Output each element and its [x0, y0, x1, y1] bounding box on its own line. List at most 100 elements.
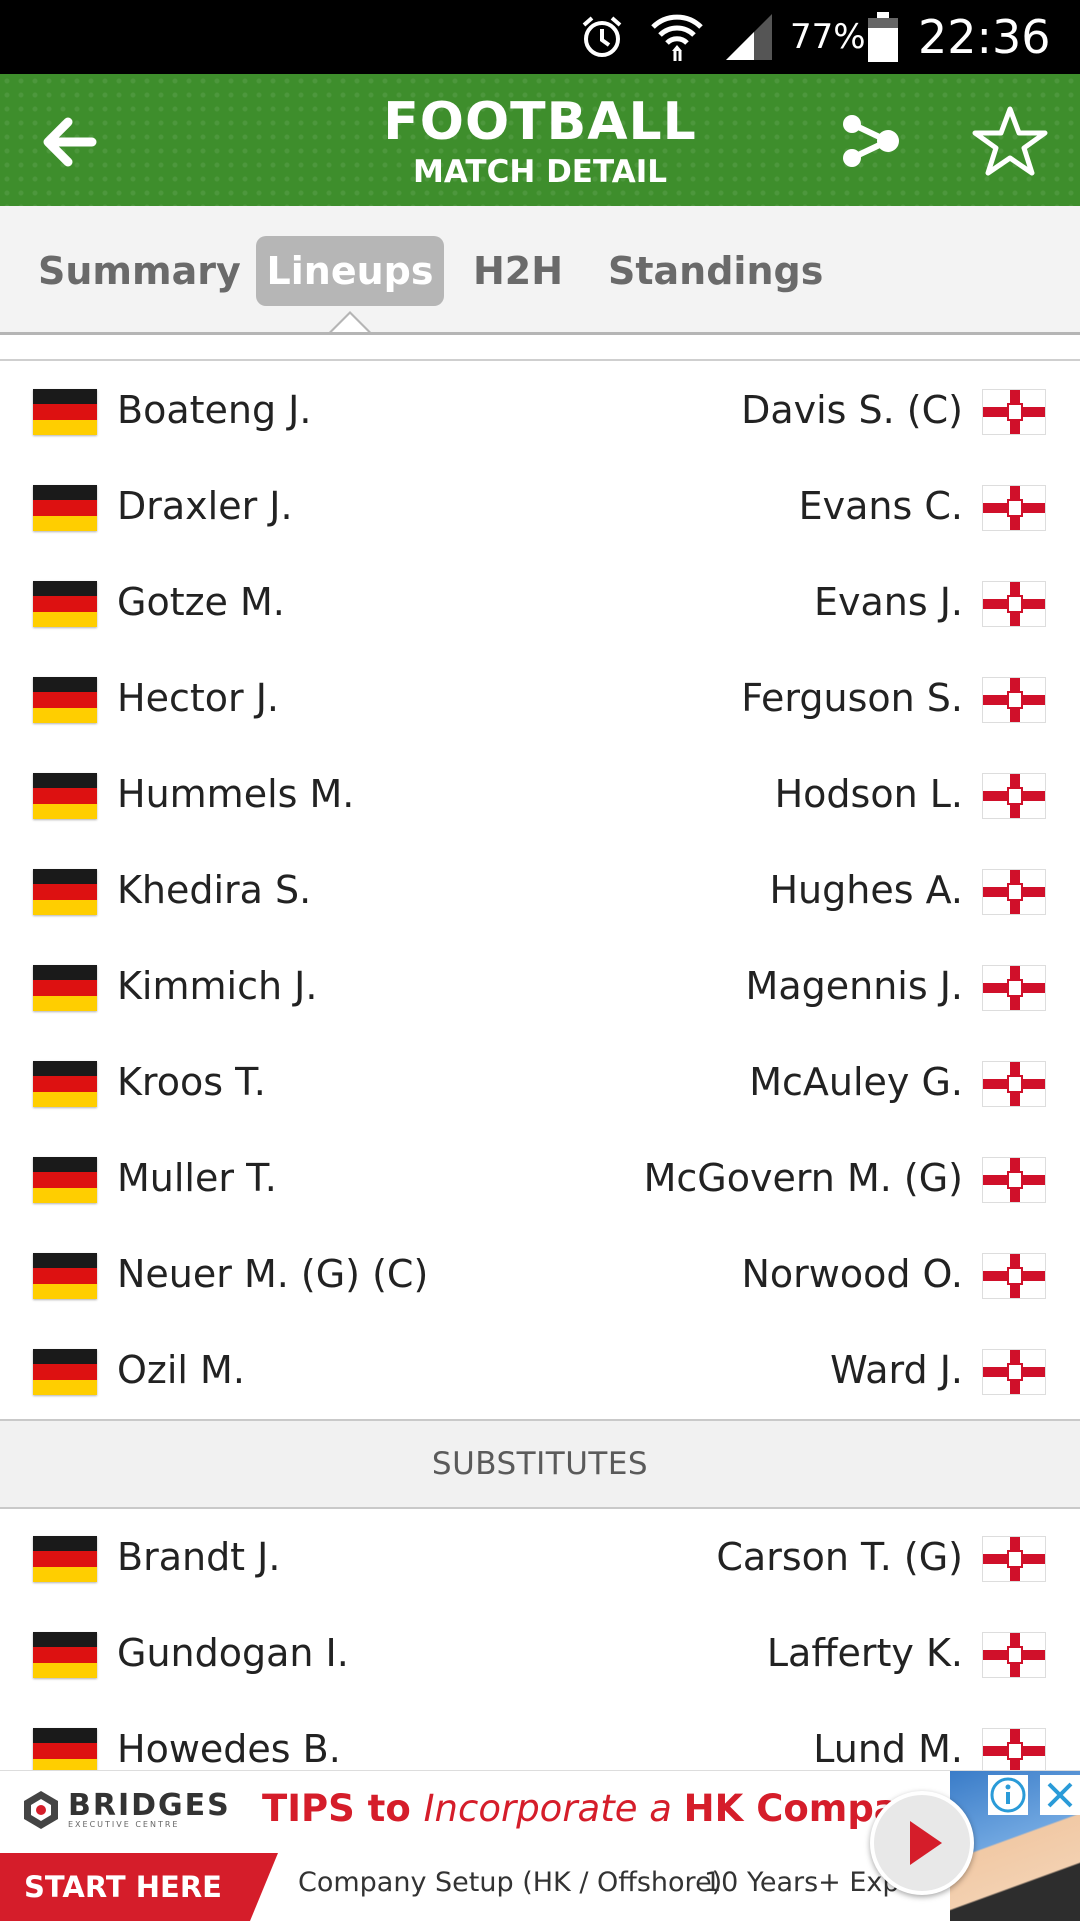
away-player-name: Norwood O.	[741, 1252, 963, 1296]
germany-flag-icon	[33, 1536, 97, 1582]
lineup-row[interactable]: Kimmich J. Magennis J.	[0, 938, 1080, 1034]
northern-ireland-flag-icon	[982, 1061, 1046, 1107]
wifi-icon	[650, 0, 704, 74]
northern-ireland-flag-icon	[982, 389, 1046, 435]
lineup-row[interactable]: Gundogan I. Lafferty K.	[0, 1605, 1080, 1701]
share-button[interactable]	[838, 108, 902, 172]
germany-flag-icon	[33, 1728, 97, 1774]
alarm-icon	[578, 0, 626, 74]
clock: 22:36	[918, 10, 1051, 64]
lineup-row[interactable]: Gotze M. Evans J.	[0, 554, 1080, 650]
germany-flag-icon	[33, 485, 97, 531]
lineup-row[interactable]: Hummels M. Hodson L.	[0, 746, 1080, 842]
lineup-row[interactable]: Khedira S. Hughes A.	[0, 842, 1080, 938]
home-player-name: Neuer M. (G) (C)	[117, 1252, 429, 1296]
northern-ireland-flag-icon	[982, 677, 1046, 723]
ad-info-button[interactable]	[988, 1775, 1028, 1815]
germany-flag-icon	[33, 389, 97, 435]
away-player-name: Carson T. (G)	[716, 1535, 963, 1579]
lineup-row[interactable]: Hector J. Ferguson S.	[0, 650, 1080, 746]
ad-headline: TIPS to Incorporate a HK Company	[262, 1787, 949, 1830]
lineup-row[interactable]: Neuer M. (G) (C) Norwood O.	[0, 1226, 1080, 1322]
home-player-name: Hector J.	[117, 676, 279, 720]
app-header: FOOTBALL MATCH DETAIL	[0, 74, 1080, 206]
lineup-row[interactable]: Muller T. McGovern M. (G)	[0, 1130, 1080, 1226]
northern-ireland-flag-icon	[982, 1632, 1046, 1678]
lineup-row[interactable]: Brandt J. Carson T. (G)	[0, 1509, 1080, 1605]
home-player-name: Kroos T.	[117, 1060, 266, 1104]
germany-flag-icon	[33, 1253, 97, 1299]
lineup-row[interactable]: Boateng J. Davis S. (C)	[0, 362, 1080, 458]
active-tab-indicator	[332, 314, 368, 332]
northern-ireland-flag-icon	[982, 965, 1046, 1011]
star-icon	[972, 106, 1048, 176]
germany-flag-icon	[33, 773, 97, 819]
favorite-button[interactable]	[972, 104, 1048, 178]
lineup-row[interactable]: Ozil M. Ward J.	[0, 1322, 1080, 1418]
home-player-name: Muller T.	[117, 1156, 277, 1200]
away-player-name: Lafferty K.	[766, 1631, 963, 1675]
away-player-name: McAuley G.	[749, 1060, 963, 1104]
germany-flag-icon	[33, 1349, 97, 1395]
northern-ireland-flag-icon	[982, 773, 1046, 819]
ad-headline-part2: Incorporate a	[423, 1787, 684, 1830]
away-player-name: Ferguson S.	[741, 676, 963, 720]
ad-play-button[interactable]	[870, 1791, 974, 1895]
share-icon	[843, 115, 899, 167]
page-subtitle: MATCH DETAIL	[413, 154, 667, 190]
germany-flag-icon	[33, 1632, 97, 1678]
northern-ireland-flag-icon	[982, 1349, 1046, 1395]
ad-banner[interactable]: BRIDGES EXECUTIVE CENTRE START HERE » TI…	[0, 1770, 1080, 1921]
signal-icon	[724, 0, 776, 74]
battery-icon	[866, 0, 900, 74]
ad-start-here-button[interactable]: START HERE »	[0, 1853, 278, 1921]
info-icon	[990, 1777, 1026, 1813]
northern-ireland-flag-icon	[982, 869, 1046, 915]
tab-bar: Summary Lineups H2H Standings	[0, 206, 1080, 335]
tab-standings[interactable]: Standings	[608, 236, 823, 306]
close-icon	[1047, 1782, 1073, 1808]
ad-brand-logo: BRIDGES EXECUTIVE CENTRE	[20, 1785, 231, 1835]
ad-brand-name: BRIDGES	[68, 1788, 231, 1823]
ad-close-button[interactable]	[1040, 1775, 1080, 1815]
ad-subtext-1: Company Setup (HK / Offshore)	[298, 1867, 723, 1898]
divider	[0, 359, 1080, 361]
lineup-row[interactable]: Kroos T. McAuley G.	[0, 1034, 1080, 1130]
germany-flag-icon	[33, 581, 97, 627]
home-player-name: Khedira S.	[117, 868, 312, 912]
northern-ireland-flag-icon	[982, 1157, 1046, 1203]
substitutes-header: SUBSTITUTES	[0, 1419, 1080, 1509]
home-player-name: Ozil M.	[117, 1348, 245, 1392]
lineup-row[interactable]: Draxler J. Evans C.	[0, 458, 1080, 554]
northern-ireland-flag-icon	[982, 581, 1046, 627]
ad-headline-part1: TIPS to	[262, 1787, 424, 1830]
germany-flag-icon	[33, 965, 97, 1011]
home-player-name: Draxler J.	[117, 484, 293, 528]
germany-flag-icon	[33, 677, 97, 723]
tab-h2h[interactable]: H2H	[468, 236, 568, 306]
away-player-name: Evans C.	[798, 484, 963, 528]
page-title: FOOTBALL	[383, 92, 697, 152]
away-player-name: Davis S. (C)	[741, 388, 963, 432]
status-bar: 77% 22:36	[0, 0, 1080, 74]
northern-ireland-flag-icon	[982, 485, 1046, 531]
away-player-name: Magennis J.	[745, 964, 963, 1008]
battery-percent: 77%	[790, 17, 866, 57]
northern-ireland-flag-icon	[982, 1728, 1046, 1774]
home-player-name: Kimmich J.	[117, 964, 318, 1008]
away-player-name: Hughes A.	[769, 868, 963, 912]
play-icon	[910, 1821, 942, 1865]
germany-flag-icon	[33, 1157, 97, 1203]
home-player-name: Hummels M.	[117, 772, 355, 816]
germany-flag-icon	[33, 869, 97, 915]
home-player-name: Brandt J.	[117, 1535, 281, 1579]
home-player-name: Gundogan I.	[117, 1631, 349, 1675]
germany-flag-icon	[33, 1061, 97, 1107]
tab-summary[interactable]: Summary	[38, 236, 241, 306]
bridges-logo-icon	[24, 1791, 58, 1829]
northern-ireland-flag-icon	[982, 1253, 1046, 1299]
northern-ireland-flag-icon	[982, 1536, 1046, 1582]
away-player-name: Evans J.	[813, 580, 963, 624]
tab-lineups[interactable]: Lineups	[256, 236, 444, 306]
home-player-name: Gotze M.	[117, 580, 285, 624]
